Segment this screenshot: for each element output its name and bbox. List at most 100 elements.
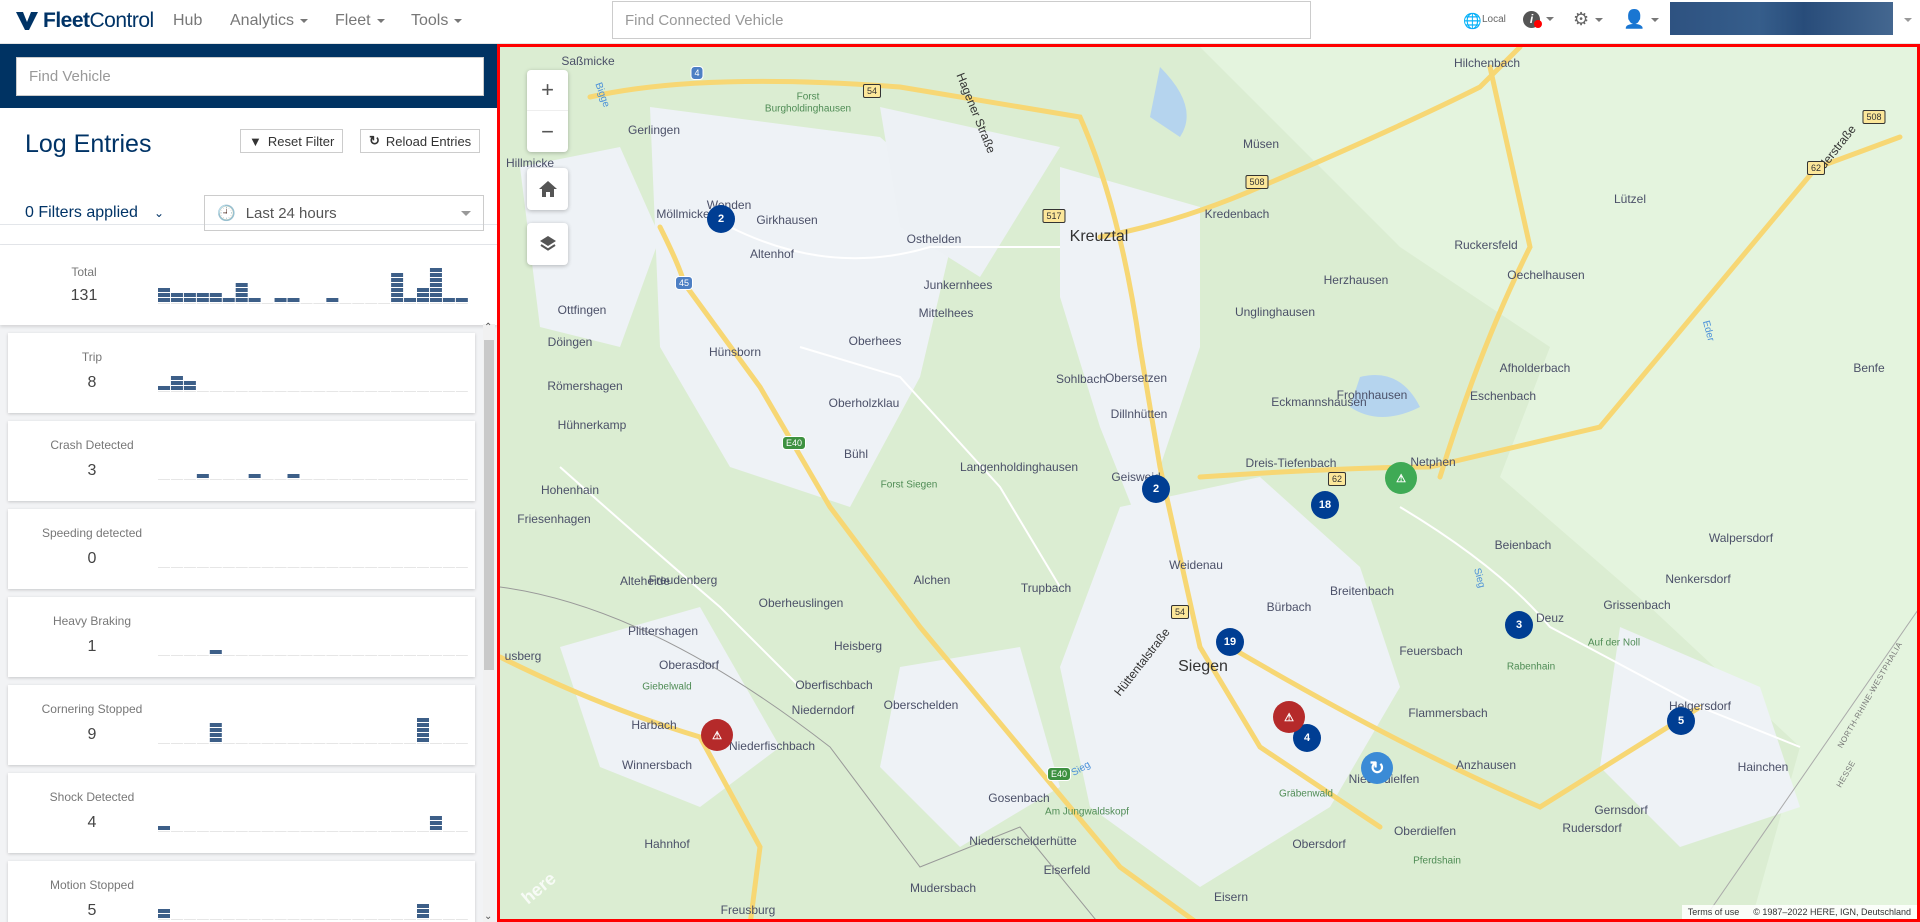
terms-of-use-link[interactable]: Terms of use (1688, 907, 1740, 917)
histogram-bar-segment (391, 298, 404, 302)
log-category-card[interactable]: Motion Stopped 5 (8, 861, 475, 922)
reload-entries-button[interactable]: ↻ Reload Entries (360, 129, 481, 153)
histogram-bar-segment (391, 293, 404, 297)
histogram-slot (404, 919, 417, 920)
account-selector-redacted[interactable] (1670, 2, 1893, 35)
time-range-select[interactable]: 🕘 Last 24 hours (204, 195, 484, 231)
road-shield: 45 (674, 276, 694, 290)
place-label: Niederfischbach (728, 739, 816, 753)
place-label: Eisern (1213, 890, 1249, 904)
vehicle-cluster-marker[interactable]: 3 (1505, 611, 1533, 639)
histogram-slot (429, 743, 442, 744)
scroll-up-icon[interactable]: ⌃ (484, 322, 492, 333)
caret-down-icon[interactable] (1904, 18, 1912, 22)
info-menu[interactable]: i (1523, 10, 1554, 28)
histogram-slot (300, 479, 313, 480)
log-category-card[interactable]: Crash Detected 3 (8, 421, 475, 501)
warning-marker-red[interactable]: ⚠ (701, 719, 733, 751)
place-label: Oberheuslingen (758, 596, 844, 610)
histogram-slot (158, 391, 170, 392)
caret-down-icon (1595, 18, 1604, 23)
warning-icon: ⚠ (1396, 472, 1406, 485)
user-menu[interactable]: 👤 (1623, 9, 1660, 30)
zoom-out-button[interactable]: − (527, 111, 568, 152)
place-label: Feuersbach (1399, 644, 1463, 658)
log-category-card[interactable]: Cornering Stopped 9 (8, 685, 475, 765)
nav-analytics[interactable]: Analytics (230, 12, 309, 30)
histogram-slot (248, 479, 261, 480)
vehicle-status-marker[interactable]: ↻ (1361, 752, 1393, 784)
reset-filter-button[interactable]: ▼ Reset Filter (240, 129, 344, 153)
histogram-bar-segment (196, 298, 209, 302)
place-label: Winnersbach (621, 758, 693, 772)
settings-menu[interactable]: ⚙ (1573, 9, 1604, 30)
logo-icon (16, 12, 38, 30)
histogram-bar-segment (404, 298, 417, 302)
home-button[interactable] (527, 168, 568, 210)
sidebar-scrollbar[interactable]: ⌃ ⌄ (483, 322, 495, 922)
vehicle-cluster-marker[interactable]: 2 (707, 205, 735, 233)
place-label: Bühl (843, 447, 869, 461)
scroll-down-icon[interactable]: ⌄ (484, 911, 492, 922)
scrollbar-thumb[interactable] (484, 340, 494, 670)
histogram-slot (261, 303, 274, 304)
histogram-bar-segment (235, 293, 248, 297)
vehicle-cluster-marker[interactable]: 19 (1216, 628, 1244, 656)
histogram-slot (417, 567, 429, 568)
vehicle-cluster-marker[interactable]: 18 (1311, 491, 1339, 519)
histogram-bar-segment (391, 273, 404, 277)
fleetcontrol-logo[interactable]: Fleet Control (16, 9, 154, 33)
road-shield: 508 (1862, 110, 1886, 124)
road-shield: 54 (1170, 605, 1190, 619)
place-label: Nenkersdorf (1665, 572, 1731, 586)
find-connected-vehicle-input[interactable] (612, 1, 1311, 39)
histogram-slot (429, 567, 442, 568)
histogram-slot (235, 391, 248, 392)
histogram-slot (455, 567, 468, 568)
map-view[interactable]: Saßmicke Gerlingen Hillmicke Möllmicke Wende… (497, 44, 1920, 922)
log-category-card[interactable]: Speeding detected 0 (8, 509, 475, 589)
histogram-slot (222, 567, 235, 568)
histogram-slot (417, 479, 429, 480)
histogram-slot (391, 655, 404, 656)
histogram-slot (248, 831, 261, 832)
histogram-slot (170, 303, 183, 304)
histogram-slot (352, 303, 365, 304)
histogram-slot (222, 655, 235, 656)
histogram-bar-segment (158, 826, 170, 830)
zoom-in-button[interactable]: + (527, 70, 568, 111)
category-label: Trip (81, 350, 103, 364)
nav-fleet-label: Fleet (335, 12, 371, 29)
histogram-slot (391, 831, 404, 832)
histogram-bar-segment (417, 733, 429, 737)
histogram-slot (158, 743, 170, 744)
warning-marker-green[interactable]: ⚠ (1385, 462, 1417, 494)
nav-fleet[interactable]: Fleet (335, 12, 385, 30)
layers-button[interactable] (527, 223, 568, 265)
place-label: Oberschelden (883, 698, 959, 712)
vehicle-cluster-marker[interactable]: 5 (1667, 707, 1695, 735)
category-label: Heavy Braking (52, 614, 132, 628)
histogram-slot (313, 303, 326, 304)
locale-label[interactable]: Local (1482, 14, 1506, 25)
refresh-icon: ↻ (1369, 757, 1385, 778)
histogram-slot (326, 391, 339, 392)
histogram-slot (287, 655, 300, 656)
filters-toggle[interactable]: 0 Filters applied ⌄ (25, 204, 164, 222)
histogram-slot (248, 655, 261, 656)
histogram-slot (209, 303, 222, 304)
log-category-card[interactable]: Trip 8 (8, 333, 475, 413)
warning-marker-red[interactable]: ⚠ (1273, 701, 1305, 733)
total-summary[interactable]: Total 131 (0, 245, 497, 325)
log-category-card[interactable]: Heavy Braking 1 (8, 597, 475, 677)
time-range-value: Last 24 hours (245, 204, 337, 222)
place-label: Weidenau (1169, 558, 1223, 572)
log-category-card[interactable]: Shock Detected 4 (8, 773, 475, 853)
vehicle-cluster-marker[interactable]: 2 (1142, 475, 1170, 503)
globe-icon[interactable]: 🌐 (1463, 12, 1482, 30)
histogram-slot (274, 743, 287, 744)
category-histogram (158, 718, 468, 744)
nav-hub[interactable]: Hub (173, 12, 202, 30)
find-vehicle-input[interactable] (16, 57, 484, 96)
nav-tools[interactable]: Tools (411, 12, 463, 30)
